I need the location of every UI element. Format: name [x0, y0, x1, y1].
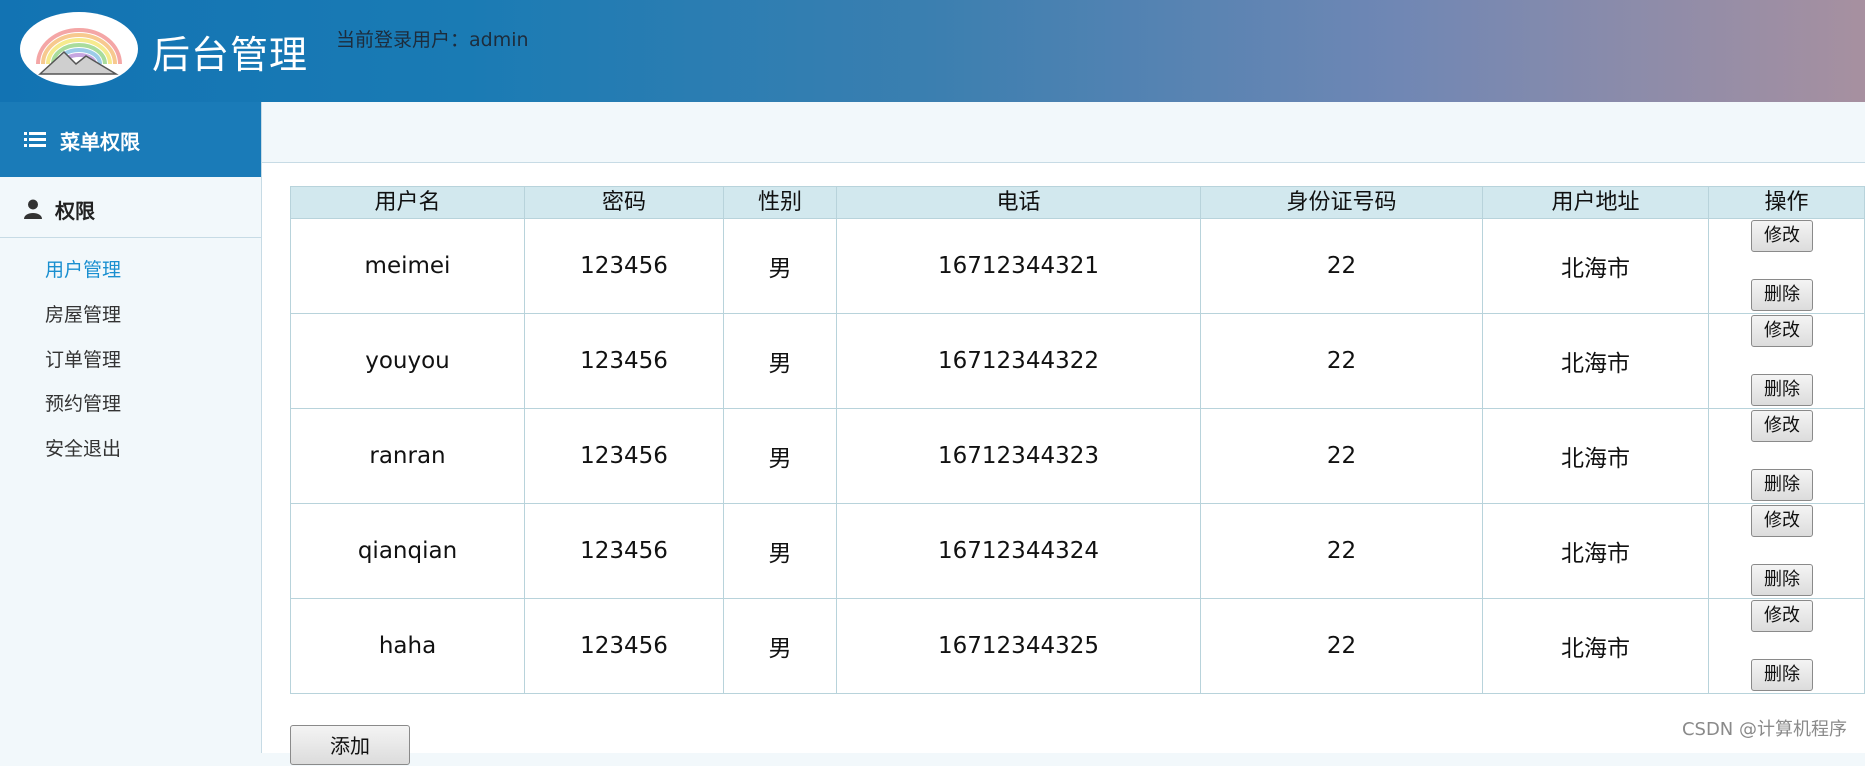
edit-button[interactable]: 修改	[1751, 220, 1813, 252]
col-header-actions: 操作	[1708, 186, 1865, 219]
cell-password: 123456	[524, 218, 724, 314]
cell-gender: 男	[723, 503, 837, 599]
cell-address: 北海市	[1482, 313, 1709, 409]
sidebar: 菜单权限 权限 用户管理 房屋管理 订单管理 预约管理 安全退出	[0, 102, 262, 753]
edit-button[interactable]: 修改	[1751, 315, 1813, 347]
delete-button[interactable]: 删除	[1751, 374, 1813, 406]
logo	[20, 12, 138, 86]
col-header-id-number: 身份证号码	[1200, 186, 1483, 219]
table-row: qianqian 123456 男 16712344324 22 北海市 修改 …	[290, 503, 1865, 599]
edit-button[interactable]: 修改	[1751, 505, 1813, 537]
cell-address: 北海市	[1482, 218, 1709, 314]
cell-gender: 男	[723, 408, 837, 504]
edit-button[interactable]: 修改	[1751, 600, 1813, 632]
app-header: 后台管理 当前登录用户：admin	[0, 0, 1865, 102]
delete-button[interactable]: 删除	[1751, 469, 1813, 501]
col-header-password: 密码	[524, 186, 724, 219]
sidebar-item-logout[interactable]: 安全退出	[45, 434, 121, 461]
user-table: 用户名 密码 性别 电话 身份证号码 用户地址 操作 meimei 123456…	[290, 186, 1865, 694]
sidebar-item-appointment-management[interactable]: 预约管理	[45, 389, 121, 416]
rainbow-logo-icon	[36, 28, 122, 75]
cell-phone: 16712344323	[836, 408, 1201, 504]
cell-actions: 修改 删除	[1708, 218, 1865, 314]
cell-password: 123456	[524, 408, 724, 504]
cell-gender: 男	[723, 218, 837, 314]
cell-phone: 16712344324	[836, 503, 1201, 599]
delete-button[interactable]: 删除	[1751, 279, 1813, 311]
main-content: 用户名 密码 性别 电话 身份证号码 用户地址 操作 meimei 123456…	[262, 163, 1865, 765]
cell-id-number: 22	[1200, 218, 1483, 314]
cell-username: ranran	[290, 408, 525, 504]
login-user-info: 当前登录用户：admin	[336, 25, 529, 52]
table-header-row: 用户名 密码 性别 电话 身份证号码 用户地址 操作	[290, 186, 1865, 219]
app-title: 后台管理	[152, 33, 309, 77]
col-header-gender: 性别	[723, 186, 837, 219]
cell-actions: 修改 删除	[1708, 503, 1865, 599]
delete-button[interactable]: 删除	[1751, 659, 1813, 691]
cell-phone: 16712344322	[836, 313, 1201, 409]
cell-actions: 修改 删除	[1708, 598, 1865, 694]
cell-password: 123456	[524, 503, 724, 599]
table-row: ranran 123456 男 16712344323 22 北海市 修改 删除	[290, 408, 1865, 504]
list-icon	[24, 130, 46, 154]
cell-address: 北海市	[1482, 408, 1709, 504]
cell-gender: 男	[723, 313, 837, 409]
content-topbar	[262, 102, 1865, 163]
cell-address: 北海市	[1482, 598, 1709, 694]
cell-id-number: 22	[1200, 503, 1483, 599]
menu-permissions-title: 菜单权限	[60, 130, 140, 154]
cell-phone: 16712344325	[836, 598, 1201, 694]
cell-username: meimei	[290, 218, 525, 314]
cell-address: 北海市	[1482, 503, 1709, 599]
cell-id-number: 22	[1200, 408, 1483, 504]
cell-id-number: 22	[1200, 598, 1483, 694]
menu-permissions-header: 菜单权限	[0, 102, 261, 177]
sidebar-item-order-management[interactable]: 订单管理	[45, 345, 121, 372]
cell-username: haha	[290, 598, 525, 694]
login-user-name: admin	[469, 29, 529, 51]
cell-username: youyou	[290, 313, 525, 409]
watermark: CSDN @计算机程序	[1681, 719, 1847, 740]
add-button[interactable]: 添加	[290, 725, 410, 765]
cell-phone: 16712344321	[836, 218, 1201, 314]
cell-gender: 男	[723, 598, 837, 694]
permission-group[interactable]: 权限	[0, 177, 261, 238]
edit-button[interactable]: 修改	[1751, 410, 1813, 442]
cell-actions: 修改 删除	[1708, 313, 1865, 409]
col-header-username: 用户名	[290, 186, 525, 219]
table-row: haha 123456 男 16712344325 22 北海市 修改 删除	[290, 598, 1865, 694]
cell-password: 123456	[524, 598, 724, 694]
sidebar-item-house-management[interactable]: 房屋管理	[45, 300, 121, 327]
sidebar-item-user-management[interactable]: 用户管理	[45, 255, 121, 282]
table-row: meimei 123456 男 16712344321 22 北海市 修改 删除	[290, 218, 1865, 314]
col-header-address: 用户地址	[1482, 186, 1709, 219]
cell-actions: 修改 删除	[1708, 408, 1865, 504]
login-user-label: 当前登录用户：	[336, 29, 470, 51]
user-icon	[24, 199, 42, 224]
cell-id-number: 22	[1200, 313, 1483, 409]
permission-group-title: 权限	[55, 199, 95, 223]
col-header-phone: 电话	[836, 186, 1201, 219]
cell-password: 123456	[524, 313, 724, 409]
cell-username: qianqian	[290, 503, 525, 599]
delete-button[interactable]: 删除	[1751, 564, 1813, 596]
table-row: youyou 123456 男 16712344322 22 北海市 修改 删除	[290, 313, 1865, 409]
